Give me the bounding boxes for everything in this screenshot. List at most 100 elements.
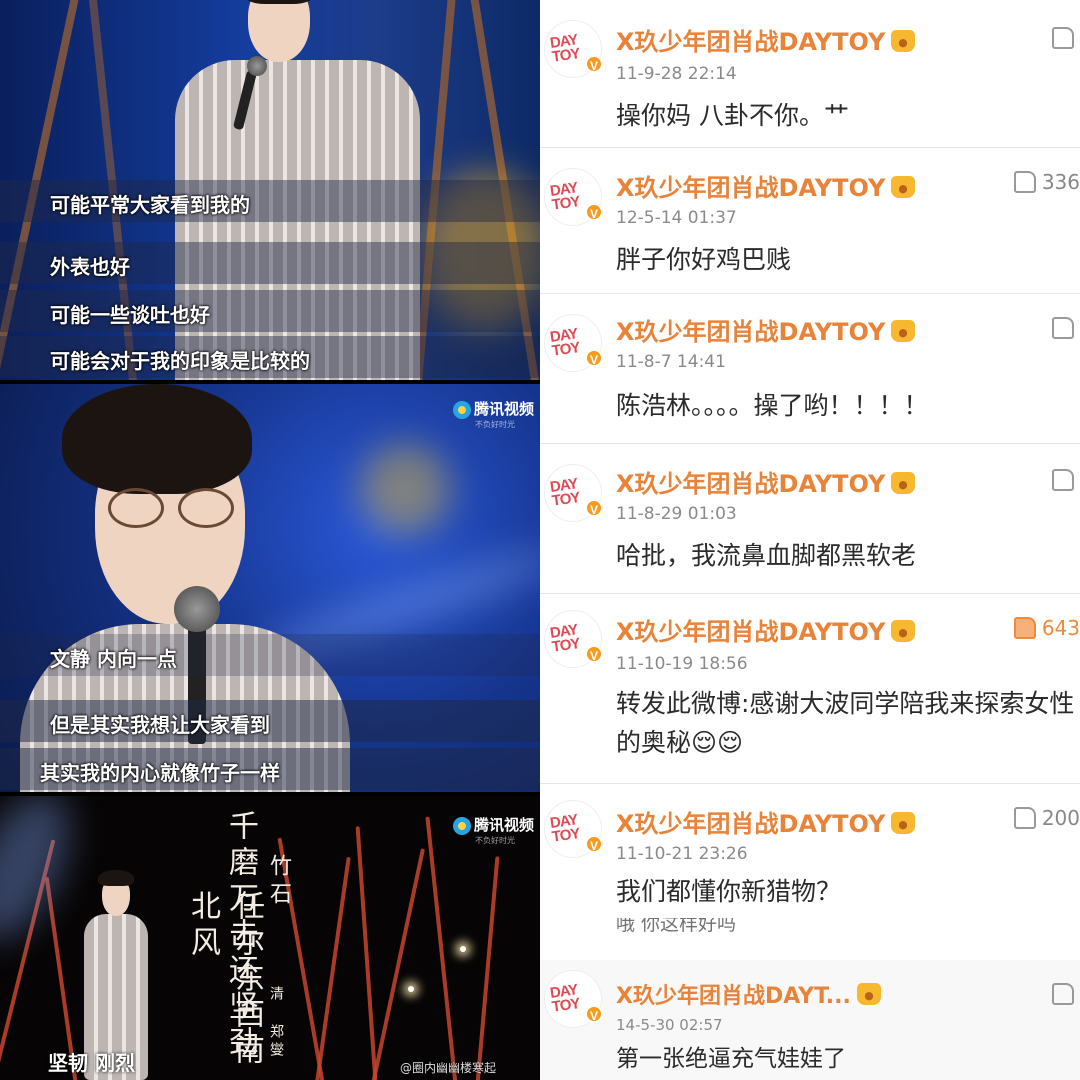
comment-text: 胖子你好鸡巴贱	[616, 245, 792, 274]
thumbs-up-icon	[1052, 27, 1074, 49]
like-button[interactable]	[1052, 26, 1080, 50]
comment-item: DAY TOY V X玖少年团肖战DAYTOY 12-5-14 01:37 胖子…	[540, 148, 1080, 294]
verified-badge-icon: V	[585, 55, 603, 73]
username-link[interactable]: X玖少年团肖战DAYTOY	[616, 464, 916, 499]
crown-icon	[891, 472, 916, 494]
like-button[interactable]: 336	[1013, 170, 1080, 194]
avatar[interactable]: DAY TOY V	[544, 464, 603, 522]
like-button[interactable]	[1052, 982, 1080, 1006]
bamboo-prop	[474, 856, 500, 1080]
comment-text: 陈浩林。。。。操了哟！！！！	[616, 391, 929, 420]
username: X玖少年团肖战DAYT...	[616, 984, 851, 1009]
like-button[interactable]: 200	[1013, 806, 1080, 830]
thumbs-up-icon	[1013, 617, 1036, 639]
subtitle: 外表也好	[0, 242, 540, 284]
logo-slogan: 不负好时光	[474, 420, 515, 429]
stage-light	[0, 796, 91, 956]
username: X玖少年团肖战DAYTOY	[616, 470, 886, 498]
crown-icon	[891, 620, 916, 642]
timestamp: 11-9-28 22:14	[616, 64, 737, 84]
thumbs-up-icon	[1052, 317, 1074, 339]
username: X玖少年团肖战DAYTOY	[616, 618, 886, 646]
avatar-logo-text: DAY TOY	[548, 325, 581, 360]
video-still-1: 可能平常大家看到我的 外表也好 可能一些谈吐也好 可能会对于我的印象是比较的	[0, 0, 540, 380]
comment-text: 哈批，我流鼻血脚都黑软老	[616, 541, 917, 570]
thumbs-up-icon	[1052, 983, 1074, 1005]
poem-line: 任尔东西南北风	[185, 890, 264, 1070]
avatar-logo-text: DAY TOY	[548, 981, 581, 1016]
subtitle: 可能会对于我的印象是比较的	[0, 336, 540, 378]
subtitle: 但是其实我想让大家看到	[0, 700, 540, 742]
subtitle: 可能一些谈吐也好	[0, 290, 540, 332]
crown-icon	[891, 320, 916, 342]
comment-item: DAY TOY V X玖少年团肖战DAYT... 14-5-30 02:57 第…	[540, 960, 1080, 1080]
like-button[interactable]	[1052, 316, 1080, 340]
crown-icon	[891, 176, 916, 198]
username: X玖少年团肖战DAYTOY	[616, 174, 886, 202]
comment-text: 我们都懂你新猎物？	[616, 877, 842, 906]
cropped-text-line: 哦 你这样好吗	[616, 918, 737, 935]
verified-badge-icon: V	[585, 203, 603, 221]
poem-title: 竹石	[266, 854, 291, 910]
poem-author: 清 郑燮	[268, 986, 284, 1060]
like-count: 643	[1041, 616, 1080, 640]
timestamp: 14-5-30 02:57	[616, 1016, 723, 1034]
verified-badge-icon: V	[585, 349, 603, 367]
video-still-2: 腾讯视频 不负好时光 文静 内向一点 但是其实我想让大家看到 其实我的内心就像竹…	[0, 384, 540, 792]
video-collage: 可能平常大家看到我的 外表也好 可能一些谈吐也好 可能会对于我的印象是比较的 腾…	[0, 0, 540, 1080]
verified-badge-icon: V	[585, 1005, 603, 1023]
avatar[interactable]: DAY TOY V	[544, 168, 603, 226]
username-link[interactable]: X玖少年团肖战DAYTOY	[616, 612, 916, 647]
microphone-head	[174, 586, 220, 632]
timestamp: 11-10-19 18:56	[616, 654, 748, 674]
bamboo-prop	[425, 816, 459, 1080]
tencent-video-icon	[452, 816, 471, 835]
comment-text: 操你妈 八卦不你。艹	[616, 101, 849, 130]
logo-slogan: 不负好时光	[474, 836, 515, 845]
username-link[interactable]: X玖少年团肖战DAYTOY	[616, 312, 916, 347]
avatar[interactable]: DAY TOY V	[544, 610, 603, 668]
stage-spotlight	[408, 986, 414, 992]
username: X玖少年团肖战DAYTOY	[616, 318, 886, 346]
username: X玖少年团肖战DAYTOY	[616, 28, 886, 56]
comment-item: DAY TOY V X玖少年团肖战DAYTOY 11-9-28 22:14 操你…	[540, 0, 1080, 148]
avatar-logo-text: DAY TOY	[548, 179, 581, 214]
thumbs-up-icon	[1052, 469, 1074, 491]
timestamp: 11-10-21 23:26	[616, 844, 748, 864]
tencent-video-logo: 腾讯视频 不负好时光	[452, 398, 534, 430]
crown-icon	[891, 812, 916, 834]
performer-hair	[98, 870, 134, 886]
avatar[interactable]: DAY TOY V	[544, 314, 603, 372]
like-count: 200	[1041, 806, 1080, 830]
username-link[interactable]: X玖少年团肖战DAYTOY	[616, 22, 916, 57]
subtitle: 文静 内向一点	[0, 634, 540, 676]
avatar[interactable]: DAY TOY V	[544, 800, 603, 858]
bamboo-prop	[369, 848, 425, 1080]
verified-badge-icon: V	[585, 645, 603, 663]
stage-light	[360, 444, 450, 534]
like-button[interactable]: 643	[1013, 616, 1080, 640]
comment-text: 第一张绝逼充气娃娃了	[616, 1046, 846, 1072]
avatar-logo-text: DAY TOY	[548, 31, 581, 66]
thumbs-up-icon	[1013, 171, 1036, 193]
avatar-logo-text: DAY TOY	[548, 811, 581, 846]
comment-item: DAY TOY V X玖少年团肖战DAYTOY 11-8-29 01:03 哈批…	[540, 444, 1080, 594]
username-link[interactable]: X玖少年团肖战DAYT...	[616, 978, 881, 1010]
comment-text: 转发此微博:感谢大波同学陪我来探索女性的奥秘😌😌	[616, 689, 1075, 757]
logo-text: 腾讯视频	[473, 400, 534, 418]
weibo-watermark: @圈内幽幽楼寒起	[400, 1061, 497, 1075]
subtitle: 可能平常大家看到我的	[0, 180, 540, 222]
like-button[interactable]	[1052, 468, 1080, 492]
avatar[interactable]: DAY TOY V	[544, 20, 603, 78]
username-link[interactable]: X玖少年团肖战DAYTOY	[616, 804, 916, 839]
comment-item: DAY TOY V X玖少年团肖战DAYTOY 11-8-7 14:41 陈浩林…	[540, 294, 1080, 444]
crown-icon	[891, 30, 916, 52]
timestamp: 11-8-29 01:03	[616, 504, 737, 524]
avatar-logo-text: DAY TOY	[548, 621, 581, 656]
timestamp: 11-8-7 14:41	[616, 352, 726, 372]
avatar[interactable]: DAY TOY V	[544, 970, 603, 1028]
stage-spotlight	[460, 946, 466, 952]
username-link[interactable]: X玖少年团肖战DAYTOY	[616, 168, 916, 203]
crown-icon	[856, 983, 881, 1005]
thumbs-up-icon	[1013, 807, 1036, 829]
